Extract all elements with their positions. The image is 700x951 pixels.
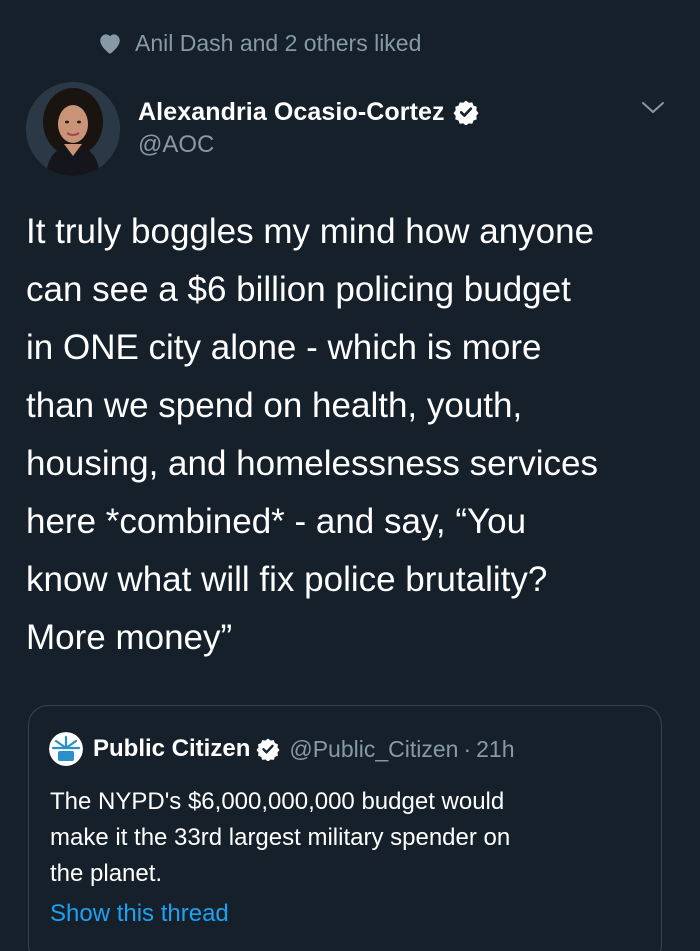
quoted-author-name[interactable]: Public Citizen xyxy=(93,735,250,763)
tweet-author[interactable]: Alexandria Ocasio-Cortez @AOC xyxy=(138,96,479,159)
social-context-text: Anil Dash and 2 others liked xyxy=(135,29,422,56)
show-thread-link[interactable]: Show this thread xyxy=(50,898,229,930)
quoted-author-avatar xyxy=(49,732,83,766)
author-name[interactable]: Alexandria Ocasio-Cortez xyxy=(138,98,445,127)
chevron-down-icon[interactable] xyxy=(640,98,666,118)
avatar[interactable] xyxy=(26,82,120,176)
quoted-tweet-time: 21h xyxy=(476,735,515,762)
separator-dot: · xyxy=(463,735,472,762)
author-handle: @AOC xyxy=(138,131,215,158)
verified-badge-icon xyxy=(453,99,479,125)
tweet-text: It truly boggles my mind how anyone can … xyxy=(26,212,598,657)
quoted-tweet-header: Public Citizen @Public_Citizen · 21h xyxy=(49,732,515,766)
heart-icon xyxy=(97,31,123,55)
quoted-author-handle: @Public_Citizen xyxy=(289,735,459,762)
quoted-tweet-text: The NYPD's $6,000,000,000 budget would m… xyxy=(50,788,511,887)
verified-badge-icon xyxy=(256,737,280,761)
social-context[interactable]: Anil Dash and 2 others liked xyxy=(97,27,421,59)
quoted-tweet[interactable]: Public Citizen @Public_Citizen · 21h The… xyxy=(28,705,662,951)
